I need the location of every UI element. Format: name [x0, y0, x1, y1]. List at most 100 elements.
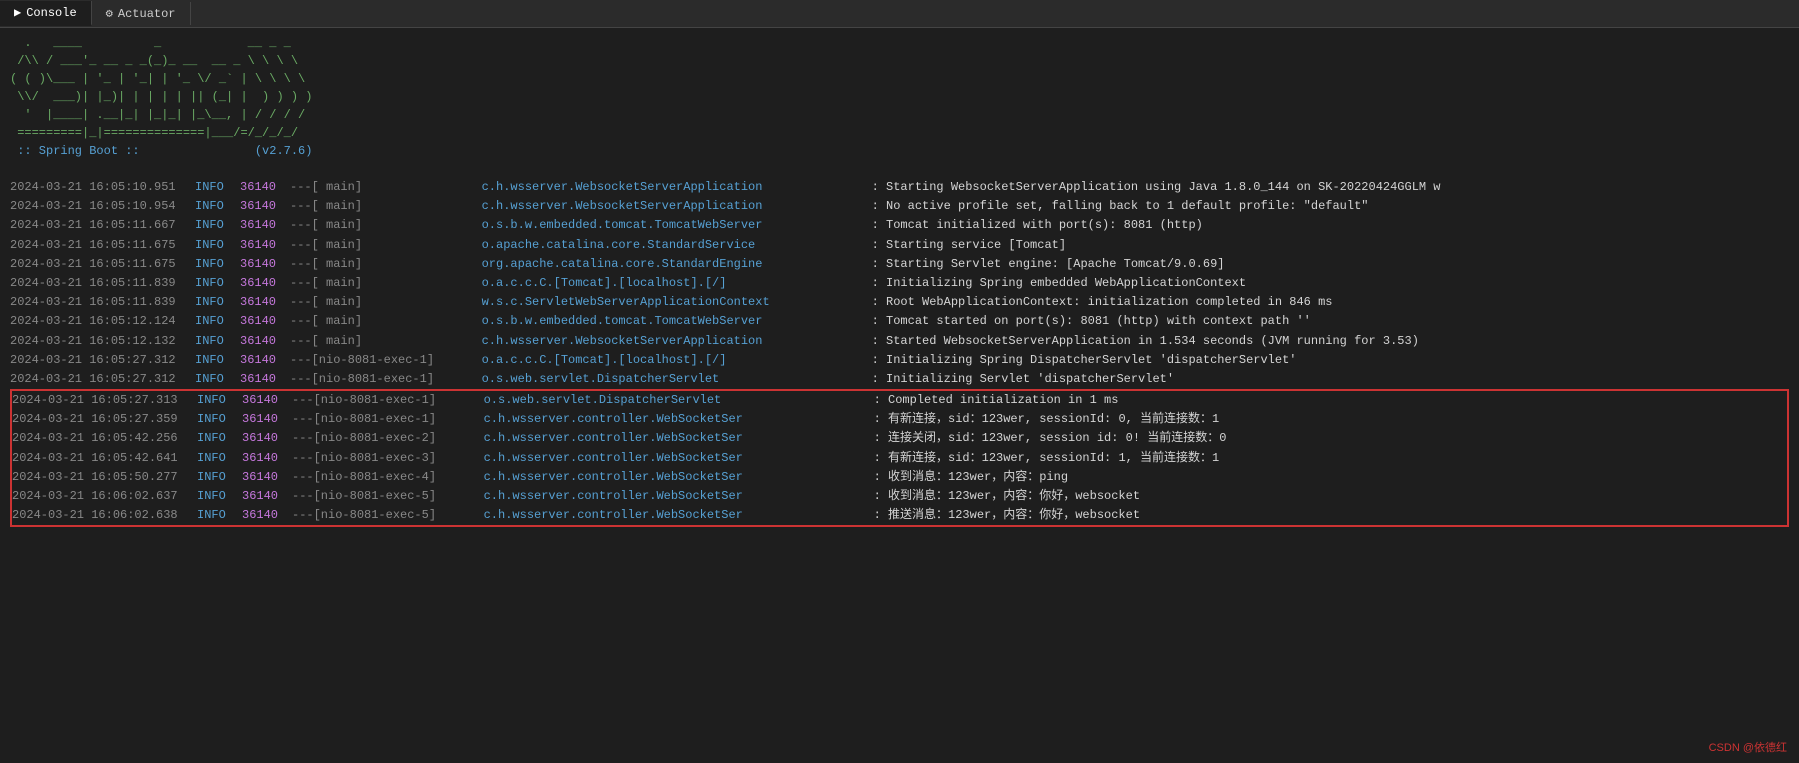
log-line: 2024-03-21 16:05:27.312 INFO 36140 --- [… — [10, 370, 1789, 389]
log-message: : Tomcat initialized with port(s): 8081 … — [872, 216, 1789, 235]
log-line: 2024-03-21 16:05:12.124 INFO 36140 --- [… — [10, 312, 1789, 331]
log-thread: [ main] — [312, 216, 482, 235]
log-class: org.apache.catalina.core.StandardEngine — [482, 255, 872, 274]
log-thread: [nio-8081-exec-1] — [312, 351, 482, 370]
log-level: INFO — [195, 178, 240, 197]
log-line: 2024-03-21 16:05:27.312 INFO 36140 --- [… — [10, 351, 1789, 370]
log-level: INFO — [195, 236, 240, 255]
tab-actuator[interactable]: ⚙ Actuator — [92, 2, 191, 25]
log-thread: [nio-8081-exec-3] — [314, 449, 484, 468]
log-pid: 36140 — [240, 370, 290, 389]
log-level: INFO — [195, 216, 240, 235]
log-timestamp: 2024-03-21 16:06:02.637 — [12, 487, 197, 506]
log-thread: [nio-8081-exec-1] — [312, 370, 482, 389]
log-sep: --- — [290, 197, 312, 216]
log-sep: --- — [292, 391, 314, 410]
log-sep: --- — [290, 351, 312, 370]
log-message: : Initializing Servlet 'dispatcherServle… — [872, 370, 1789, 389]
log-class: c.h.wsserver.controller.WebSocketSer — [484, 429, 874, 448]
log-message: : 收到消息：123wer，内容：ping — [874, 468, 1787, 487]
log-pid: 36140 — [242, 487, 292, 506]
log-level: INFO — [195, 332, 240, 351]
console-icon: ▶ — [14, 5, 21, 20]
log-level: INFO — [195, 197, 240, 216]
log-thread: [ main] — [312, 178, 482, 197]
log-level: INFO — [197, 429, 242, 448]
log-message: : Initializing Spring embedded WebApplic… — [872, 274, 1789, 293]
log-message: : No active profile set, falling back to… — [872, 197, 1789, 216]
log-thread: [nio-8081-exec-4] — [314, 468, 484, 487]
log-pid: 36140 — [242, 410, 292, 429]
log-thread: [ main] — [312, 332, 482, 351]
log-sep: --- — [292, 449, 314, 468]
log-level: INFO — [197, 468, 242, 487]
log-message: : Starting Servlet engine: [Apache Tomca… — [872, 255, 1789, 274]
log-sep: --- — [290, 178, 312, 197]
log-line: 2024-03-21 16:05:11.675 INFO 36140 --- [… — [10, 236, 1789, 255]
log-pid: 36140 — [242, 468, 292, 487]
log-line: 2024-03-21 16:05:50.277 INFO 36140 --- [… — [12, 468, 1787, 487]
log-class: c.h.wsserver.controller.WebSocketSer — [484, 506, 874, 525]
log-level: INFO — [195, 370, 240, 389]
log-thread: [nio-8081-exec-5] — [314, 487, 484, 506]
log-line: 2024-03-21 16:05:10.954 INFO 36140 --- [… — [10, 197, 1789, 216]
log-thread: [ main] — [312, 293, 482, 312]
log-timestamp: 2024-03-21 16:05:12.124 — [10, 312, 195, 331]
log-message: : 连接关闭，sid：123wer, session id: 0! 当前连接数：… — [874, 429, 1787, 448]
log-message: : Root WebApplicationContext: initializa… — [872, 293, 1789, 312]
log-line: 2024-03-21 16:05:27.313 INFO 36140 --- [… — [12, 391, 1787, 410]
log-line: 2024-03-21 16:05:42.641 INFO 36140 --- [… — [12, 449, 1787, 468]
log-sep: --- — [292, 468, 314, 487]
log-class: c.h.wsserver.WebsocketServerApplication — [482, 332, 872, 351]
log-level: INFO — [195, 351, 240, 370]
log-message: : Started WebsocketServerApplication in … — [872, 332, 1789, 351]
log-line: 2024-03-21 16:05:11.675 INFO 36140 --- [… — [10, 255, 1789, 274]
log-timestamp: 2024-03-21 16:05:11.675 — [10, 236, 195, 255]
log-level: INFO — [195, 293, 240, 312]
log-line: 2024-03-21 16:05:42.256 INFO 36140 --- [… — [12, 429, 1787, 448]
log-timestamp: 2024-03-21 16:06:02.638 — [12, 506, 197, 525]
log-sep: --- — [290, 274, 312, 293]
log-class: o.s.b.w.embedded.tomcat.TomcatWebServer — [482, 216, 872, 235]
log-pid: 36140 — [240, 312, 290, 331]
log-thread: [nio-8081-exec-5] — [314, 506, 484, 525]
log-level: INFO — [197, 391, 242, 410]
log-message: : 有新连接，sid：123wer, sessionId: 0, 当前连接数：1 — [874, 410, 1787, 429]
log-sep: --- — [292, 429, 314, 448]
log-sep: --- — [292, 506, 314, 525]
log-line: 2024-03-21 16:05:11.839 INFO 36140 --- [… — [10, 293, 1789, 312]
log-sep: --- — [292, 410, 314, 429]
log-lines: 2024-03-21 16:05:10.951 INFO 36140 --- [… — [10, 178, 1789, 527]
log-thread: [ main] — [312, 312, 482, 331]
log-line: 2024-03-21 16:06:02.637 INFO 36140 --- [… — [12, 487, 1787, 506]
log-timestamp: 2024-03-21 16:05:10.954 — [10, 197, 195, 216]
tab-console[interactable]: ▶ Console — [0, 1, 92, 26]
log-timestamp: 2024-03-21 16:05:11.667 — [10, 216, 195, 235]
log-message: : 收到消息：123wer，内容：你好，websocket — [874, 487, 1787, 506]
log-timestamp: 2024-03-21 16:05:42.256 — [12, 429, 197, 448]
log-pid: 36140 — [242, 391, 292, 410]
log-message: : Starting service [Tomcat] — [872, 236, 1789, 255]
log-line: 2024-03-21 16:05:11.839 INFO 36140 --- [… — [10, 274, 1789, 293]
log-timestamp: 2024-03-21 16:05:27.312 — [10, 370, 195, 389]
log-sep: --- — [290, 312, 312, 331]
log-sep: --- — [290, 332, 312, 351]
log-pid: 36140 — [240, 293, 290, 312]
log-message: : Starting WebsocketServerApplication us… — [872, 178, 1789, 197]
log-timestamp: 2024-03-21 16:05:27.313 — [12, 391, 197, 410]
log-timestamp: 2024-03-21 16:05:11.675 — [10, 255, 195, 274]
log-timestamp: 2024-03-21 16:05:11.839 — [10, 274, 195, 293]
log-line: 2024-03-21 16:05:11.667 INFO 36140 --- [… — [10, 216, 1789, 235]
log-line: 2024-03-21 16:05:12.132 INFO 36140 --- [… — [10, 332, 1789, 351]
actuator-icon: ⚙ — [106, 6, 113, 21]
csdn-watermark: CSDN @依德红 — [1709, 739, 1787, 755]
log-level: INFO — [197, 487, 242, 506]
log-level: INFO — [195, 312, 240, 331]
log-class: o.apache.catalina.core.StandardService — [482, 236, 872, 255]
log-sep: --- — [290, 216, 312, 235]
log-timestamp: 2024-03-21 16:05:11.839 — [10, 293, 195, 312]
log-pid: 36140 — [240, 216, 290, 235]
log-pid: 36140 — [240, 255, 290, 274]
log-class: o.a.c.c.C.[Tomcat].[localhost].[/] — [482, 274, 872, 293]
log-timestamp: 2024-03-21 16:05:27.359 — [12, 410, 197, 429]
